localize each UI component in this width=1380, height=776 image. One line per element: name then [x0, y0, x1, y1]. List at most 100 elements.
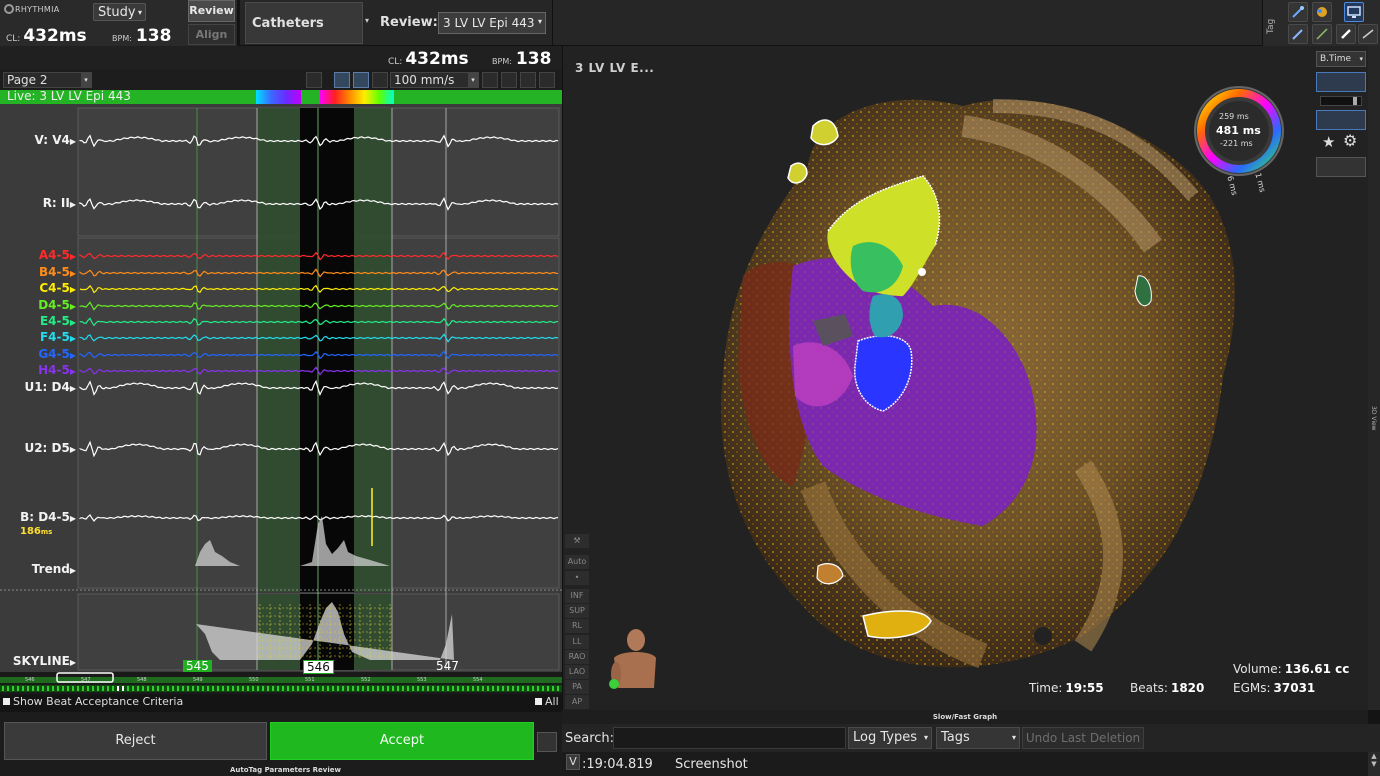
all-checkbox[interactable]: All: [535, 695, 559, 708]
beat-tick-549[interactable]: 549: [193, 677, 203, 683]
tags-dropdown[interactable]: Tags ▾: [936, 727, 1020, 749]
clear-icon[interactable]: [539, 72, 555, 88]
review-label: Review:: [380, 15, 438, 30]
needle-icon[interactable]: [1312, 24, 1332, 44]
show-beat-criteria-checkbox[interactable]: Show Beat Acceptance Criteria: [3, 695, 183, 708]
waveform-tool-icon[interactable]: [334, 72, 350, 88]
chevron-down-icon[interactable]: ▾: [365, 16, 369, 25]
beat-tick-552[interactable]: 552: [361, 677, 371, 683]
view-button-ap[interactable]: AP: [565, 695, 589, 710]
channel-label-0[interactable]: V: V4▶: [0, 133, 76, 147]
tab-align[interactable]: Align: [188, 24, 235, 45]
channel-label-13[interactable]: Trend▶: [0, 562, 76, 576]
dot-icon[interactable]: •: [565, 571, 589, 585]
beat-number-546[interactable]: 546: [303, 660, 334, 674]
beat-tick-548[interactable]: 548: [137, 677, 147, 683]
ekg-traces[interactable]: [0, 104, 562, 672]
review-map-select[interactable]: 3 LV LV Epi 443 ▾: [438, 12, 546, 34]
view-button-sup[interactable]: SUP: [565, 604, 589, 619]
gear-icon[interactable]: ⚙: [1343, 131, 1357, 150]
beat-tick-546[interactable]: 546: [25, 677, 35, 683]
tag-panel-toggle[interactable]: Tag: [1262, 0, 1284, 46]
chevron-down-icon: ▾: [81, 73, 91, 87]
view-button-rl[interactable]: RL: [565, 619, 589, 634]
dial-top-value: 259 ms: [1219, 112, 1249, 121]
channel-label-11[interactable]: U2: D5▶: [0, 441, 76, 455]
slowfast-graph-label[interactable]: Slow/Fast Graph: [562, 710, 1368, 724]
screen-select-icon[interactable]: [1344, 2, 1364, 22]
view-button-ll[interactable]: LL: [565, 634, 589, 649]
tab-review[interactable]: Review: [188, 0, 235, 22]
channel-label-12[interactable]: B: D4-5▶: [0, 510, 76, 524]
3d-view-side-tab[interactable]: 3D View: [1368, 46, 1380, 710]
channel-label-5[interactable]: D4-5▶: [0, 298, 76, 312]
view-button-pa[interactable]: PA: [565, 680, 589, 695]
dial-center-value: 481 ms: [1216, 124, 1261, 137]
orientation-torso-icon[interactable]: [606, 628, 662, 696]
signal-icon[interactable]: [1316, 110, 1366, 130]
reject-button[interactable]: Reject: [4, 722, 267, 760]
interval-icon[interactable]: [482, 72, 498, 88]
sweep-speed-select[interactable]: 100 mm/s ▾: [390, 72, 479, 88]
opacity-slider[interactable]: [1320, 96, 1362, 106]
caliper-icon[interactable]: [372, 72, 388, 88]
egms-stat: EGMs: 37031: [1233, 681, 1316, 695]
channel-label-10[interactable]: U1: D4▶: [0, 380, 76, 394]
study-dropdown[interactable]: Study ▾: [93, 3, 146, 21]
log-scrollbar[interactable]: ▲ ▼: [1368, 752, 1380, 776]
view-button-inf[interactable]: INF: [565, 589, 589, 603]
log-message: Screenshot: [675, 757, 748, 772]
auto-button[interactable]: Auto: [565, 555, 589, 569]
beat-tick-554[interactable]: 554: [473, 677, 483, 683]
chevron-down-icon: ▾: [137, 8, 142, 17]
parameters-icon[interactable]: [537, 732, 557, 752]
channel-label-6[interactable]: E4-5▶: [0, 314, 76, 328]
beat-number-545[interactable]: 545: [183, 660, 212, 672]
beat-tick-551[interactable]: 551: [305, 677, 315, 683]
beat-tick-547[interactable]: 547: [81, 677, 91, 683]
accept-button[interactable]: Accept: [270, 722, 534, 760]
view-button-lao[interactable]: LAO: [565, 665, 589, 679]
beats-stat: Beats: 1820: [1130, 681, 1205, 695]
marker-tool-icon[interactable]: [306, 72, 322, 88]
channel-label-8[interactable]: G4-5▶: [0, 347, 76, 361]
activation-spectrum-b: [320, 90, 394, 104]
color-scale-dial[interactable]: 259 ms 481 ms -221 ms: [1190, 82, 1288, 180]
channel-label-14[interactable]: SKYLINE▶: [0, 654, 76, 668]
channel-label-2[interactable]: A4-5▶: [0, 248, 76, 262]
ekg-panel[interactable]: [0, 104, 562, 672]
btime-select[interactable]: B.Time ▾: [1316, 51, 1366, 67]
beat-tick-550[interactable]: 550: [249, 677, 259, 683]
channel-label-7[interactable]: F4-5▶: [0, 330, 76, 344]
propagation-icon[interactable]: [1316, 157, 1366, 177]
tool-palette: [1284, 0, 1380, 46]
histogram-icon[interactable]: [1316, 72, 1366, 92]
header-bpm: BPM: 138: [112, 26, 172, 46]
toolbar-divider: [552, 0, 553, 46]
catheters-button[interactable]: Catheters: [245, 2, 363, 44]
beat-strip[interactable]: 546 547 548 549 550 551 552 553 554: [0, 672, 562, 694]
dial-bottom-value: -221 ms: [1220, 139, 1253, 148]
hammer-icon[interactable]: ⚒: [565, 534, 589, 548]
beat-number-547[interactable]: 547: [433, 660, 462, 672]
channel-label-3[interactable]: B4-5▶: [0, 265, 76, 279]
log-types-dropdown[interactable]: Log Types ▾: [848, 727, 932, 749]
star-icon[interactable]: ★: [1322, 133, 1335, 151]
undo-last-deletion-button[interactable]: Undo Last Deletion: [1022, 727, 1144, 749]
search-input[interactable]: [613, 727, 846, 749]
probe-icon[interactable]: [1288, 24, 1308, 44]
channel-label-9[interactable]: H4-5▶: [0, 363, 76, 377]
catheter-tool-icon[interactable]: [1288, 2, 1308, 22]
measure-icon[interactable]: [1358, 24, 1378, 44]
beat-tick-553[interactable]: 553: [417, 677, 427, 683]
channel-label-1[interactable]: R: II▶: [0, 196, 76, 210]
view-button-rao[interactable]: RAO: [565, 649, 589, 664]
channel-label-4[interactable]: C4-5▶: [0, 281, 76, 295]
color-map-icon[interactable]: [1312, 2, 1332, 22]
page-select[interactable]: Page 2 ▾: [3, 72, 92, 88]
log-view-button[interactable]: V: [566, 754, 580, 770]
align-icon[interactable]: [520, 72, 536, 88]
interval-remove-icon[interactable]: [501, 72, 517, 88]
annotate-tool-icon[interactable]: [353, 72, 369, 88]
pen-icon[interactable]: [1336, 24, 1356, 44]
